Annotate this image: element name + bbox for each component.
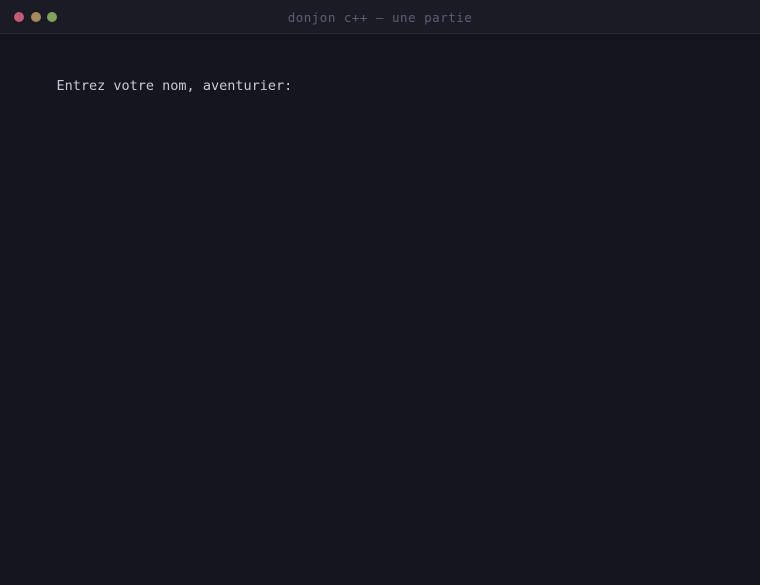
window-title: donjon c++ — une partie [287,10,473,25]
terminal-window: donjon c++ — une partie Entrez votre nom… [0,0,760,585]
name-prompt: Entrez votre nom, aventurier: [56,78,293,94]
terminal-output[interactable]: Entrez votre nom, aventurier: [24,59,736,113]
title-bar[interactable]: donjon c++ — une partie [0,0,760,34]
